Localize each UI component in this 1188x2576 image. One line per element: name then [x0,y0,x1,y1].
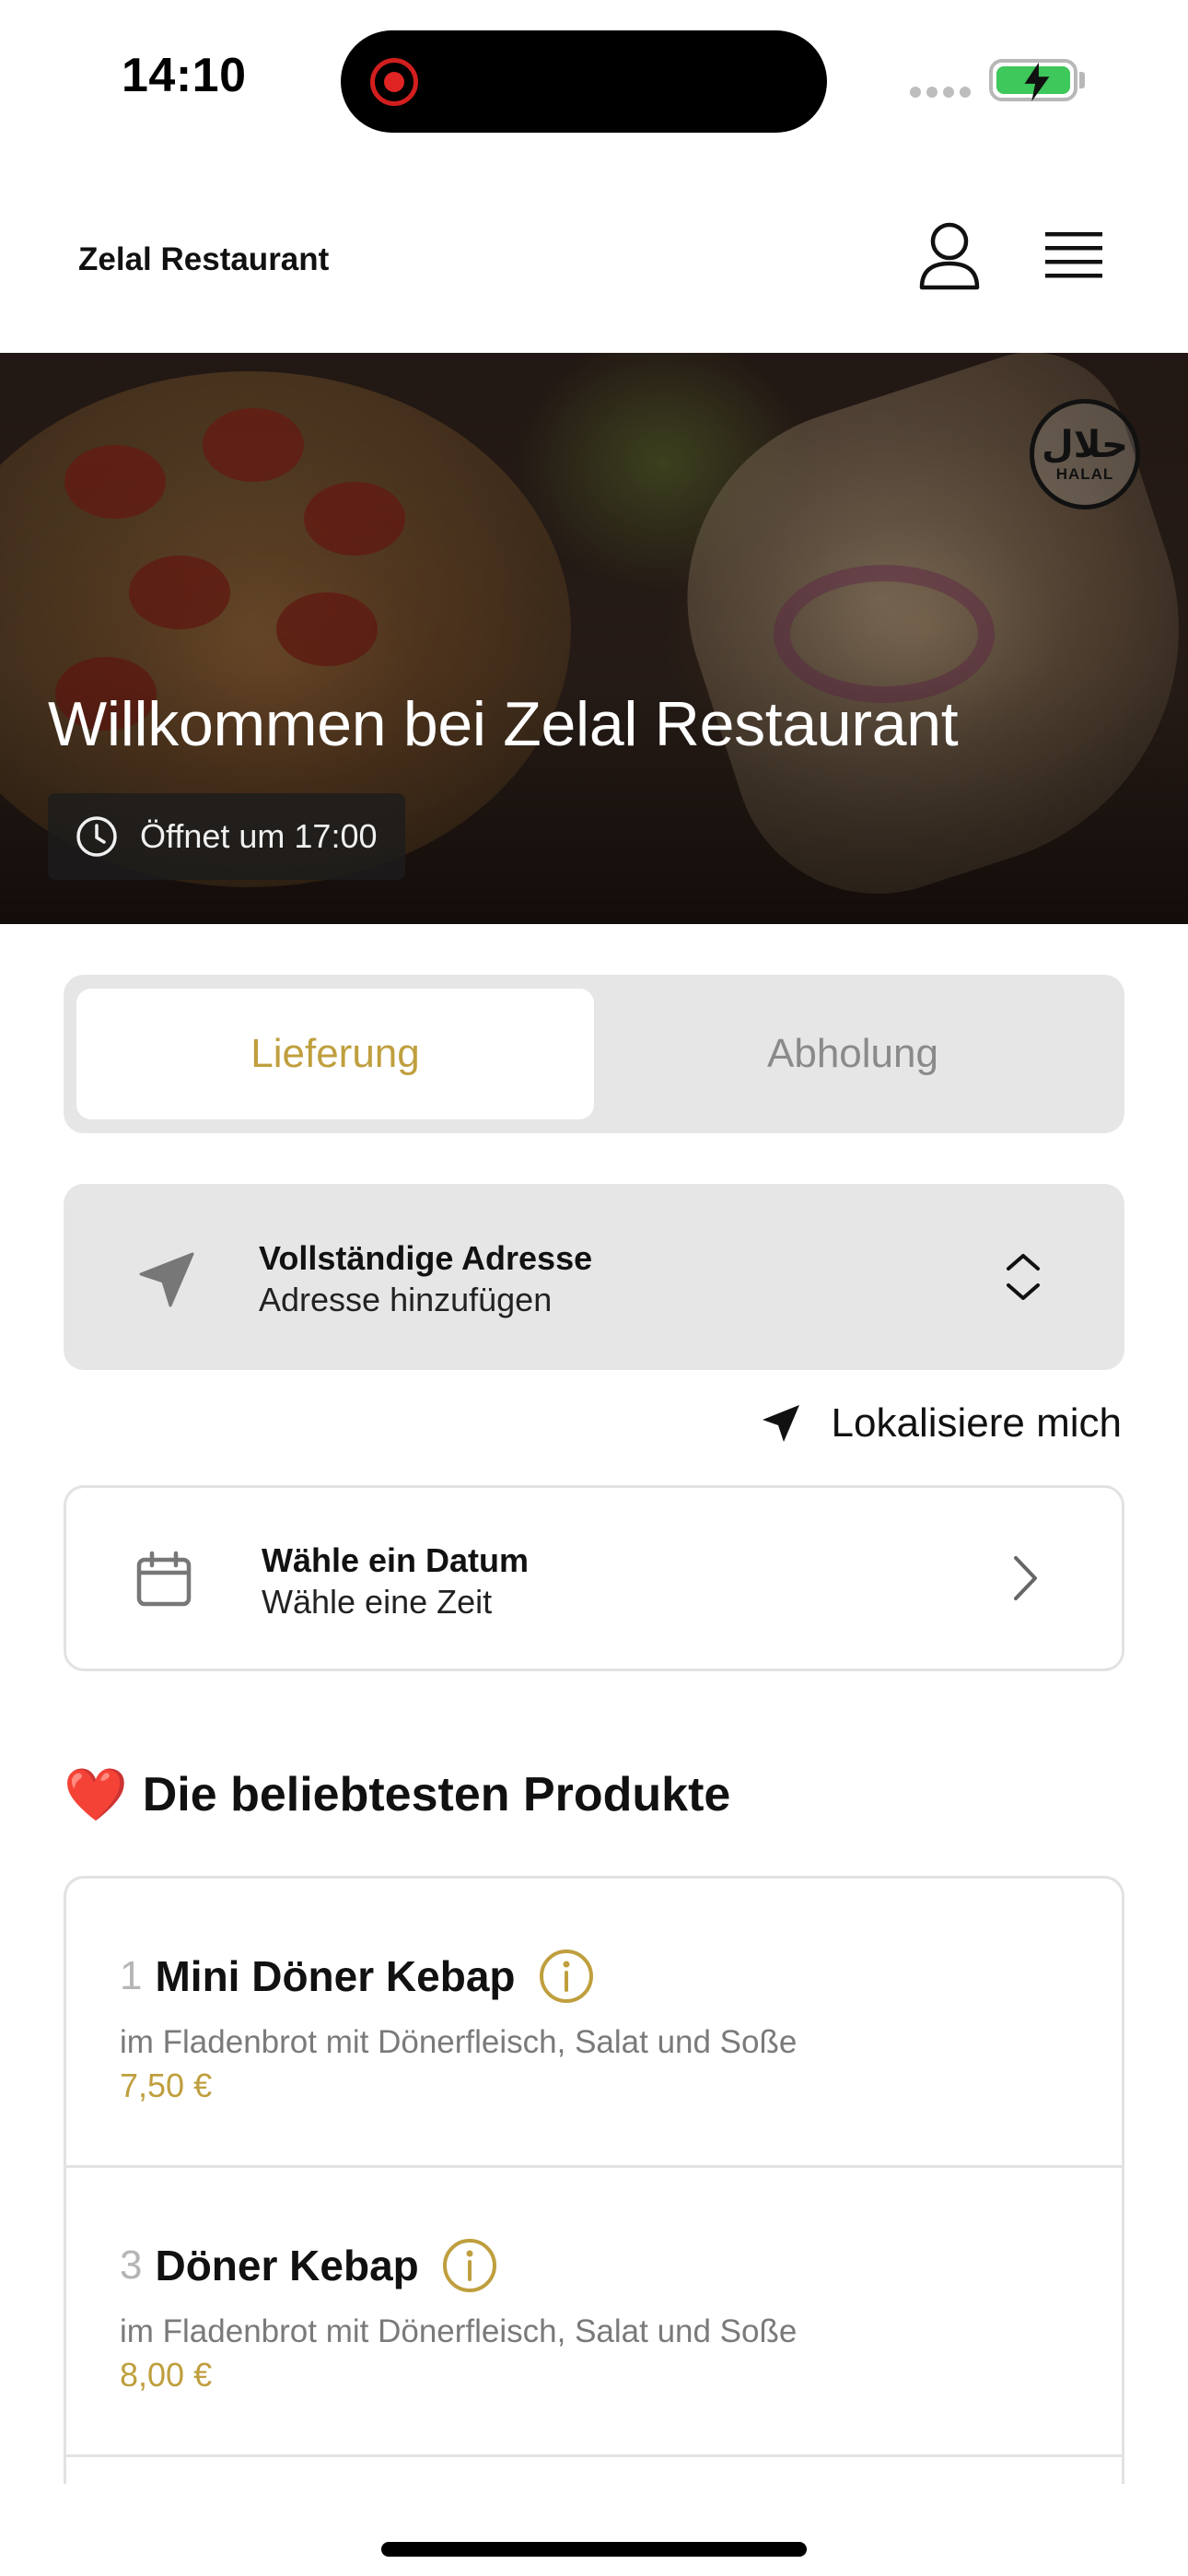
locate-me-button[interactable]: Lokalisiere mich [760,1400,1122,1446]
product-description: im Fladenbrot mit Dönerfleisch, Salat un… [120,2313,798,2349]
brand-name[interactable]: Zelal Restaurant [78,241,329,278]
product-number: 1 [120,1953,143,1998]
hamburger-menu-icon[interactable] [1041,228,1107,284]
popular-products-title: Die beliebtesten Produkte [142,1768,731,1821]
time-subtitle: Wähle eine Zeit [262,1583,493,1621]
cellular-signal-icon [910,87,973,98]
clock-icon [76,816,117,857]
product-item[interactable]: 1 Mini Döner Kebap im Fladenbrot mit Dön… [66,1879,1122,2168]
opening-hours-text: Öffnet um 17:00 [140,817,378,855]
chevron-right-icon [1014,1556,1037,1600]
order-mode-toggle: Lieferung Abholung [64,975,1124,1133]
halal-arabic-label: حلال [1042,424,1128,466]
product-price: 7,50 € [120,2067,213,2104]
date-title: Wähle ein Datum [262,1541,530,1579]
product-description: im Fladenbrot mit Dönerfleisch, Salat un… [120,2024,798,2060]
popular-products-heading: ❤️ Die beliebtesten Produkte [64,1767,730,1822]
product-name: Mini Döner Kebap [155,1952,516,2000]
heart-icon: ❤️ [64,1765,128,1823]
halal-label: HALAL [1055,465,1114,483]
date-time-selector[interactable]: Wähle ein Datum Wähle eine Zeit [64,1485,1124,1671]
navigation-arrow-icon [762,1405,799,1442]
hero-banner: حلال HALAL Willkommen bei Zelal Restaura… [0,353,1188,924]
welcome-title: Willkommen bei Zelal Restaurant [48,689,959,759]
product-number: 3 [120,2242,143,2288]
recording-indicator-icon [370,58,418,106]
tab-delivery[interactable]: Lieferung [76,989,594,1119]
charging-bolt-icon [1024,62,1050,102]
opening-hours-chip: Öffnet um 17:00 [48,793,405,880]
address-subtitle: Adresse hinzufügen [259,1281,553,1318]
address-title: Vollständige Adresse [259,1239,593,1277]
chevron-up-down-icon [1007,1254,1040,1300]
address-selector[interactable]: Vollständige Adresse Adresse hinzufügen [64,1184,1124,1370]
popular-products-list: 1 Mini Döner Kebap im Fladenbrot mit Dön… [64,1876,1124,2484]
info-icon[interactable] [538,1948,595,2005]
battery-icon [989,59,1077,102]
tab-pickup[interactable]: Abholung [594,989,1112,1119]
app-header: Zelal Restaurant [0,157,1188,354]
product-name: Döner Kebap [155,2242,419,2289]
status-bar: 14:10 [0,0,1188,157]
info-icon[interactable] [441,2237,498,2294]
status-time: 14:10 [122,49,247,102]
halal-badge: حلال HALAL [1030,399,1140,509]
locate-me-label: Lokalisiere mich [831,1400,1122,1446]
dynamic-island [341,30,827,133]
product-item[interactable]: 3 Döner Kebap im Fladenbrot mit Dönerfle… [66,2168,1122,2457]
location-arrow-icon [139,1252,194,1307]
product-price: 8,00 € [120,2356,213,2394]
home-indicator[interactable] [381,2542,807,2557]
user-icon[interactable] [916,221,983,291]
calendar-icon [136,1551,192,1607]
